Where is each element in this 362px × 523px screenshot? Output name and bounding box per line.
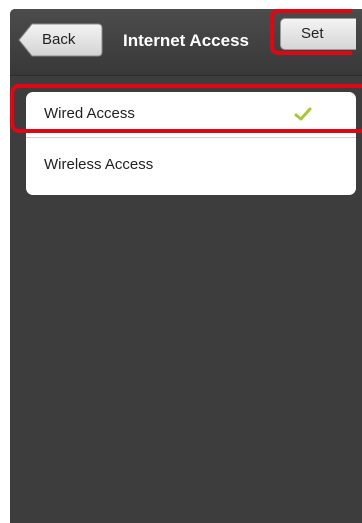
set-button-label: Set xyxy=(301,25,324,42)
option-label: Wireless Access xyxy=(44,156,154,173)
set-button[interactable]: Set xyxy=(280,18,356,50)
set-button-highlight: Set xyxy=(270,9,356,55)
selected-option-highlight xyxy=(10,84,362,133)
back-button-label: Back xyxy=(42,31,76,48)
back-button[interactable]: Back xyxy=(18,23,103,57)
page-title: Internet Access xyxy=(123,31,249,50)
option-wireless-access[interactable]: Wireless Access xyxy=(26,139,356,195)
